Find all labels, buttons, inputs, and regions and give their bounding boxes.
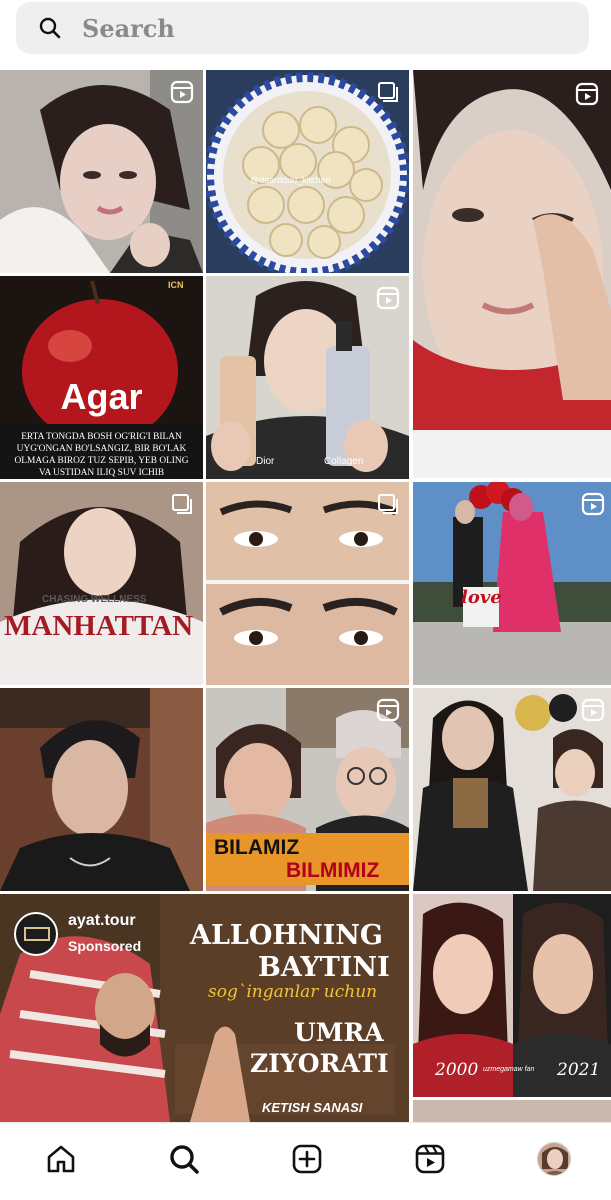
post-image: [0, 688, 203, 891]
ad-account-name[interactable]: ayat.tour: [68, 912, 136, 930]
explore-post-sweater[interactable]: CHASING WELLNESS MANHATTAN: [0, 482, 203, 685]
compare-watermark: uzmegamaw fan: [483, 1066, 535, 1073]
caption-line: VA USTIDAN ILIQ SUV ICHIB: [38, 468, 165, 478]
explore-post-dumplings[interactable]: @daardduu_kitchen: [206, 70, 409, 273]
product-label-right: Collagen: [324, 456, 364, 467]
search-bar[interactable]: [16, 2, 589, 54]
bottom-navigation: [0, 1122, 611, 1200]
nav-create-button[interactable]: [283, 1135, 331, 1183]
caption-line: ERTA TONGDA BOSH OG'RIG'I BILAN: [21, 432, 182, 442]
explore-post-eye-makeup-reel[interactable]: [413, 70, 611, 478]
ad-departure-label: KETISH SANASI: [262, 1100, 363, 1115]
explore-post-girl-portrait[interactable]: [0, 70, 203, 273]
nav-reels-button[interactable]: [406, 1135, 454, 1183]
carousel-icon: [172, 494, 192, 514]
plus-square-icon: [292, 1144, 322, 1174]
product-label-left: Dior: [256, 456, 275, 467]
ad-headline-line4: UMRA: [294, 1018, 384, 1047]
ad-headline-line2: BAYTINI: [258, 952, 390, 983]
post-caption: ERTA TONGDA BOSH OG'RIG'I BILAN UYG'ONGA…: [0, 431, 203, 479]
reels-icon: [376, 698, 400, 722]
explore-post-couple-love[interactable]: love: [413, 482, 611, 685]
explore-post-apple[interactable]: ICN Agar ERTA TONGDA BOSH OG'RIG'I BILAN…: [0, 276, 203, 479]
search-input[interactable]: [82, 10, 562, 46]
post-headline: Agar: [60, 376, 143, 417]
explore-sponsored-ad[interactable]: ayat.tour Sponsored ALLOHNING BAYTINI so…: [0, 894, 409, 1122]
ad-account-avatar[interactable]: [14, 912, 58, 956]
explore-post-man-portrait[interactable]: [0, 688, 203, 891]
post-watermark: @daardduu_kitchen: [250, 175, 331, 185]
reels-icon: [170, 80, 194, 104]
reels-icon: [415, 1144, 445, 1174]
carousel-icon: [378, 82, 398, 102]
overlay-text-line2: BILMIMIZ: [286, 859, 380, 882]
explore-post-serum[interactable]: Dior Collagen: [206, 276, 409, 479]
post-image: [413, 70, 611, 478]
overlay-text-line1: BILAMIZ: [214, 836, 300, 859]
reels-icon: [581, 492, 605, 516]
home-icon: [47, 1145, 75, 1173]
caption-line: UYG'ONGAN BO'LSANGIZ, BIR BO'LAK: [16, 444, 187, 454]
ayat-logo-icon: [24, 927, 50, 941]
nav-profile-button[interactable]: [530, 1135, 578, 1183]
explore-post-eyebrows[interactable]: [206, 482, 409, 685]
reels-icon: [581, 698, 605, 722]
love-sign: love: [461, 587, 502, 608]
explore-post-bilamiz[interactable]: BILAMIZ BILMIMIZ: [206, 688, 409, 891]
reels-icon: [575, 82, 599, 106]
sponsored-label: Sponsored: [68, 938, 142, 954]
nav-home-button[interactable]: [37, 1135, 85, 1183]
ad-headline-line1: ALLOHNING: [190, 920, 383, 951]
channel-logo: ICN: [168, 280, 184, 290]
caption-line: OLMAGA BIROZ TUZ SEPIB, YEB OLING: [14, 456, 189, 466]
search-icon: [39, 17, 61, 39]
year-right: 2021: [557, 1060, 601, 1080]
explore-post-then-now[interactable]: 2000 uzmegamaw fan 2021: [413, 894, 611, 1097]
explore-post-partial[interactable]: [413, 1100, 611, 1122]
nav-search-button[interactable]: [160, 1135, 208, 1183]
sweater-text-main: MANHATTAN: [4, 610, 194, 642]
profile-avatar: [537, 1142, 571, 1176]
ad-tagline: sog`inganlar uchun: [208, 982, 378, 1002]
explore-post-mother-daughter[interactable]: [413, 688, 611, 891]
carousel-icon: [378, 494, 398, 514]
year-left: 2000: [435, 1060, 479, 1080]
ad-headline-line5: ZIYORATI: [250, 1049, 389, 1078]
search-icon: [170, 1145, 199, 1174]
sweater-text-top: CHASING WELLNESS: [42, 594, 147, 605]
reels-icon: [376, 286, 400, 310]
